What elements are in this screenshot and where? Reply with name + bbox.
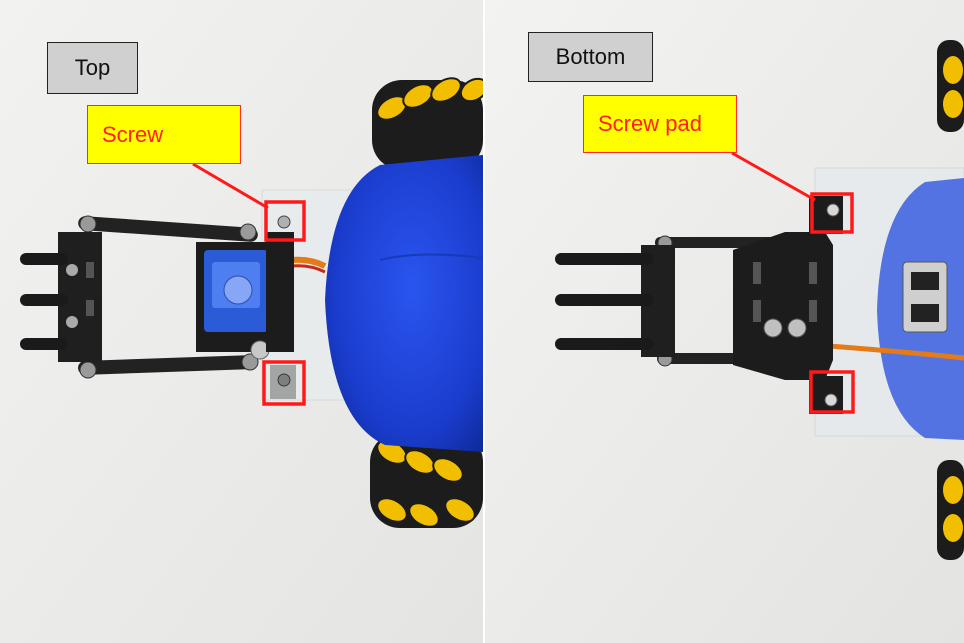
robot-shell xyxy=(325,155,483,452)
top-view-photo xyxy=(0,0,483,643)
screw-pad-lower xyxy=(824,393,838,407)
screw-pad-upper xyxy=(826,203,840,217)
wheel-right-top xyxy=(937,40,964,132)
screw-callout: Screw xyxy=(87,105,241,164)
bottom-view-label: Bottom xyxy=(528,32,653,82)
bottom-view-panel: Bottom Screw pad xyxy=(485,0,964,643)
screw-pad-callout: Screw pad xyxy=(583,95,737,153)
wheel-right-bottom xyxy=(937,460,964,560)
wheel-top xyxy=(372,77,483,170)
top-view-label: Top xyxy=(47,42,138,94)
top-view-panel: Top Screw xyxy=(0,0,483,643)
